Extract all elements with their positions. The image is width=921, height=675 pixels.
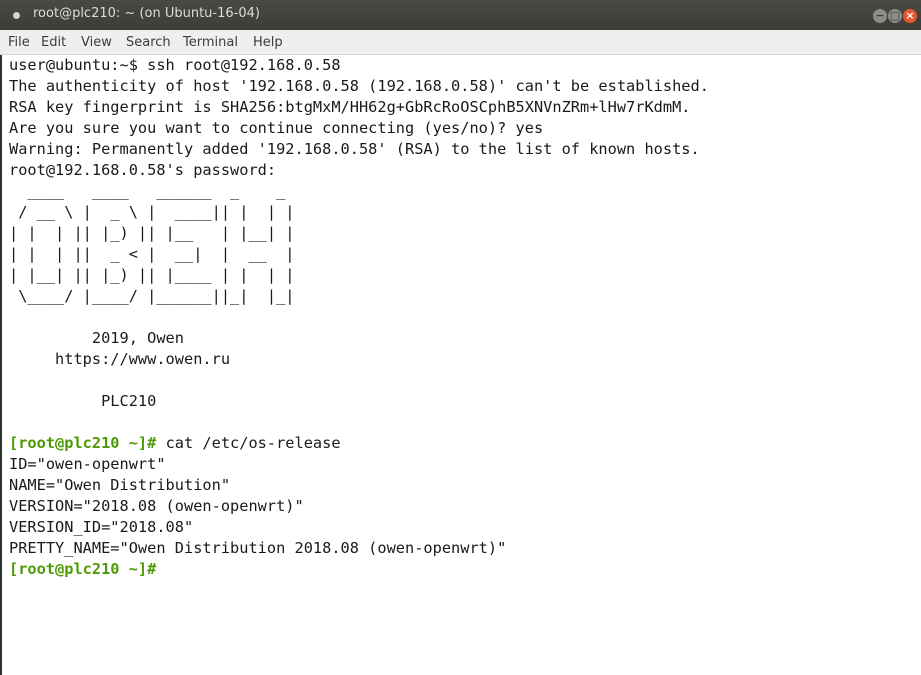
terminal-line: RSA key fingerprint is SHA256:btgMxM/HH6… [9,98,691,116]
os-release-line: NAME="Owen Distribution" [9,476,231,494]
banner-year-line: 2019, Owen [9,329,184,347]
os-release-line: VERSION="2018.08 (owen-openwrt)" [9,497,304,515]
menu-file[interactable]: File [8,35,30,50]
banner-model-line: PLC210 [9,392,157,410]
os-release-line: PRETTY_NAME="Owen Distribution 2018.08 (… [9,539,507,557]
window-title: root@plc210: ~ (on Ubuntu-16-04) [33,6,260,21]
terminal-line: Are you sure you want to continue connec… [9,119,544,137]
menu-search[interactable]: Search [126,35,171,50]
ascii-art-line: | | | || _ < | __| | __ | [9,245,295,263]
menu-help[interactable]: Help [253,35,283,50]
ascii-art-line: | | | || |_) || |__ | |__| | [9,224,295,242]
command-line[interactable]: [root@plc210 ~]# [9,559,156,580]
ascii-art-line: ____ ____ ______ _ _ [9,182,286,200]
ascii-art-line: / __ \ | _ \ | ____|| | | | [9,203,295,221]
command-line: [root@plc210 ~]# cat /etc/os-release [9,433,341,454]
window-menu-icon[interactable] [13,12,20,19]
shell-prompt: [root@plc210 ~]# [9,434,157,452]
terminal-line: Warning: Permanently added '192.168.0.58… [9,140,700,158]
terminal-output[interactable]: user@ubuntu:~$ ssh root@192.168.0.58 The… [0,55,921,675]
terminal-line: root@192.168.0.58's password: [9,161,277,179]
menu-edit[interactable]: Edit [41,35,66,50]
ascii-art-line: \____/ |____/ |______||_| |_| [9,287,295,305]
banner-url-line: https://www.owen.ru [9,350,231,368]
menu-view[interactable]: View [81,35,112,50]
menu-bar: File Edit View Search Terminal Help [0,30,921,55]
ascii-art-line: | |__| || |_) || |____ | | | | [9,266,295,284]
command-text: cat /etc/os-release [156,434,341,452]
close-button[interactable]: × [903,9,917,23]
minimize-button[interactable]: − [873,9,887,23]
maximize-button[interactable]: □ [888,9,902,23]
terminal-line: user@ubuntu:~$ ssh root@192.168.0.58 [9,56,341,74]
title-bar[interactable]: root@plc210: ~ (on Ubuntu-16-04) − □ × [0,0,921,30]
shell-prompt: [root@plc210 ~]# [9,560,157,578]
menu-terminal[interactable]: Terminal [183,35,238,50]
terminal-window: root@plc210: ~ (on Ubuntu-16-04) − □ × F… [0,0,921,675]
os-release-line: VERSION_ID="2018.08" [9,518,194,536]
terminal-line: The authenticity of host '192.168.0.58 (… [9,77,709,95]
os-release-line: ID="owen-openwrt" [9,455,166,473]
